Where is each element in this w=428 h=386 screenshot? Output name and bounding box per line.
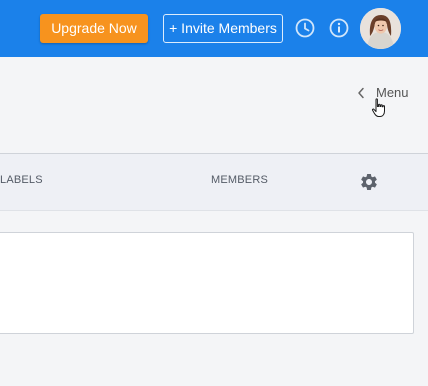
gear-icon[interactable] [359,172,379,192]
tab-members[interactable]: MEMBERS [211,174,268,186]
chevron-left-icon [358,87,364,99]
hand-cursor-icon [371,98,385,117]
avatar-image [360,8,401,49]
page-subheader [0,57,428,153]
clock-icon[interactable] [294,17,316,39]
content-panel [0,232,414,334]
info-icon[interactable] [328,17,350,39]
upgrade-now-button[interactable]: Upgrade Now [40,14,148,43]
user-avatar[interactable] [360,8,401,49]
invite-members-button[interactable]: + Invite Members [163,14,283,43]
top-navigation-bar: Upgrade Now + Invite Members [0,0,428,57]
tab-labels[interactable]: LABELS [0,174,43,186]
tab-row: LABELS MEMBERS [0,153,428,211]
